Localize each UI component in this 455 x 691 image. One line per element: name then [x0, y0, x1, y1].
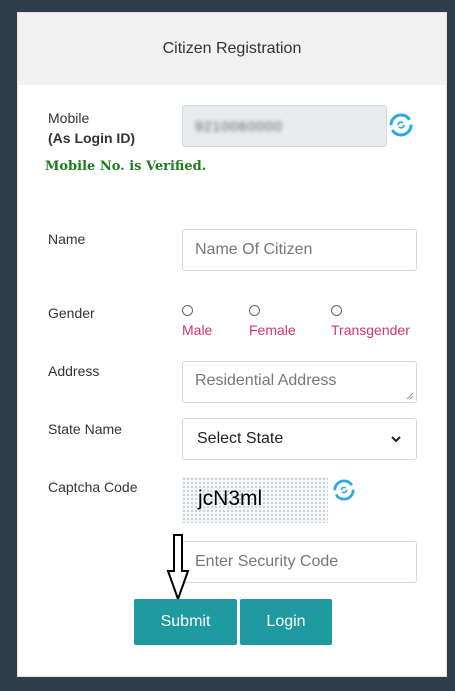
radio-male[interactable]	[182, 305, 193, 316]
page-title: Citizen Registration	[18, 13, 446, 85]
gender-female-label: Female	[249, 322, 296, 338]
mobile-label: Mobile (As Login ID)	[48, 108, 135, 148]
radio-female[interactable]	[249, 305, 260, 316]
captcha-refresh-icon[interactable]	[333, 479, 355, 501]
arrow-down-icon	[166, 534, 190, 602]
mobile-label-line1: Mobile	[48, 110, 90, 126]
security-code-input[interactable]: Enter Security Code	[182, 541, 417, 583]
name-label: Name	[48, 231, 86, 247]
registration-card: Citizen Registration Mobile (As Login ID…	[17, 12, 447, 677]
login-button[interactable]: Login	[240, 599, 332, 645]
dropdown-chevron-icon	[391, 436, 401, 443]
mobile-value: 9210060000	[195, 118, 283, 134]
radio-transgender[interactable]	[331, 305, 342, 316]
captcha-code: jcN3ml	[198, 487, 263, 510]
state-label: State Name	[48, 421, 122, 437]
mobile-label-line2: (As Login ID)	[48, 130, 136, 146]
captcha-image: jcN3ml	[182, 477, 328, 523]
address-label: Address	[48, 363, 100, 379]
state-select[interactable]: Select State	[182, 418, 417, 460]
submit-button[interactable]: Submit	[134, 599, 237, 645]
mobile-field: 9210060000	[182, 105, 387, 147]
address-placeholder: Residential Address	[195, 372, 337, 389]
captcha-label: Captcha Code	[48, 479, 138, 495]
state-selected-value: Select State	[197, 430, 284, 447]
gender-male-label: Male	[182, 322, 213, 338]
gender-option-male[interactable]: Male	[182, 305, 212, 338]
gender-option-transgender[interactable]: Transgender	[331, 305, 410, 338]
resize-handle-icon[interactable]	[406, 392, 414, 400]
gender-label: Gender	[48, 305, 95, 321]
refresh-icon[interactable]	[389, 113, 413, 137]
name-input[interactable]: Name Of Citizen	[182, 229, 417, 271]
gender-transgender-label: Transgender	[331, 322, 410, 338]
gender-option-female[interactable]: Female	[249, 305, 296, 338]
address-textarea[interactable]: Residential Address	[182, 361, 417, 403]
mobile-verified-text: Mobile No. is Verified.	[45, 159, 207, 174]
